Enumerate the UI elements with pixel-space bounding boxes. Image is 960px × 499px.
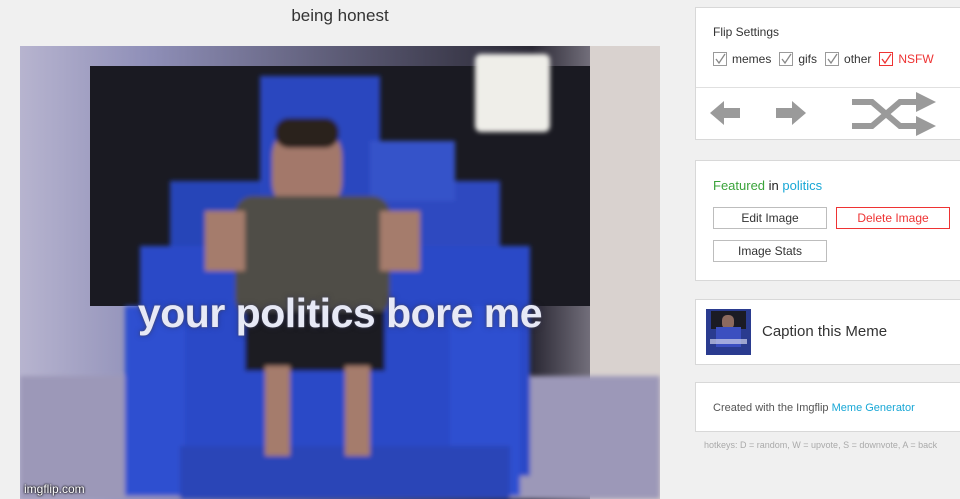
next-button[interactable]	[774, 96, 808, 135]
shuffle-icon	[852, 92, 936, 136]
meme-thumbnail	[706, 309, 751, 355]
delete-image-button[interactable]: Delete Image	[836, 207, 950, 229]
option-nsfw[interactable]: NSFW	[879, 52, 934, 66]
previous-button[interactable]	[708, 96, 742, 135]
gifs-checkbox[interactable]	[779, 52, 794, 66]
meme-caption: your politics bore me	[137, 290, 543, 336]
featured-in: in	[768, 178, 779, 193]
option-gifs[interactable]: gifs	[779, 52, 817, 66]
edit-image-button[interactable]: Edit Image	[713, 207, 827, 229]
meme-photo	[20, 46, 660, 499]
flip-divider	[696, 87, 960, 88]
caption-this-meme-label: Caption this Meme	[762, 323, 888, 340]
featured-panel: Featured in politics Edit Image Delete I…	[695, 160, 960, 281]
option-other[interactable]: other	[825, 52, 871, 66]
option-label-nsfw: NSFW	[898, 52, 934, 66]
check-icon	[781, 53, 792, 65]
option-memes[interactable]: memes	[713, 52, 771, 66]
imgflip-watermark: imgflip.com	[24, 482, 85, 496]
option-label-other: other	[844, 52, 872, 66]
created-panel: Created with the Imgflip Meme Generator	[695, 382, 960, 432]
meme-image[interactable]: your politics bore me imgflip.com	[20, 46, 660, 499]
featured-line: Featured in politics	[713, 178, 822, 193]
hotkeys-hint: hotkeys: D = random, W = upvote, S = dow…	[704, 440, 938, 450]
meme-generator-link[interactable]: Meme Generator	[832, 402, 915, 414]
created-prefix: Created with the Imgflip	[713, 402, 829, 414]
flip-options: memes gifs other NSFW	[713, 52, 942, 66]
other-checkbox[interactable]	[825, 52, 840, 66]
arrow-right-icon	[776, 101, 806, 125]
featured-label: Featured	[713, 178, 766, 193]
flip-settings-panel: Flip Settings memes gifs other NSFW	[695, 7, 960, 140]
flip-settings-title: Flip Settings	[713, 25, 780, 39]
check-icon	[827, 53, 838, 65]
check-icon	[715, 53, 726, 65]
option-label-gifs: gifs	[798, 52, 818, 66]
meme-thumbnail-image	[706, 309, 751, 355]
meme-title: being honest	[291, 6, 389, 25]
image-stats-button[interactable]: Image Stats	[713, 240, 827, 262]
created-with-text: Created with the Imgflip Meme Generator	[713, 402, 915, 414]
random-button[interactable]	[850, 90, 938, 143]
stream-link[interactable]: politics	[782, 178, 822, 193]
caption-meme-panel[interactable]: Caption this Meme	[695, 299, 960, 365]
memes-checkbox[interactable]	[713, 52, 727, 66]
option-label-memes: memes	[732, 52, 772, 66]
arrow-left-icon	[710, 101, 740, 125]
nsfw-checkbox[interactable]	[879, 52, 894, 66]
check-icon	[881, 53, 892, 65]
